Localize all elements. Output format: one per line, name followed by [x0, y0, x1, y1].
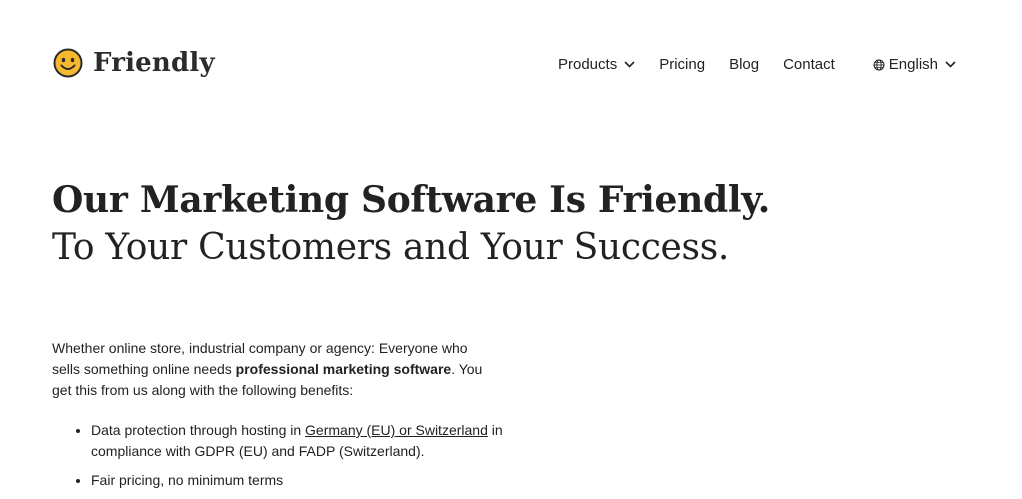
or-link-text[interactable]: or	[395, 422, 415, 438]
language-selector[interactable]: English	[873, 56, 956, 73]
nav-pricing-link[interactable]: Pricing	[659, 56, 705, 73]
language-label: English	[888, 56, 938, 73]
nav-contact-link[interactable]: Contact	[783, 56, 835, 73]
site-header: Friendly Products Pricing Blog Contact E…	[0, 0, 1022, 130]
list-item: Fair pricing, no minimum terms	[91, 470, 531, 491]
nav-products-dropdown[interactable]: Products	[558, 56, 635, 73]
benefit-text: Data protection through hosting in	[91, 422, 306, 438]
chevron-down-icon	[945, 61, 956, 68]
benefit-text: Fair pricing, no minimum terms	[91, 472, 284, 488]
intro-emphasis: professional marketing software	[235, 361, 452, 377]
brand-logo-link[interactable]: Friendly	[53, 48, 215, 78]
switzerland-link[interactable]: Switzerland	[416, 422, 488, 438]
nav-blog-link[interactable]: Blog	[729, 56, 759, 73]
brand-name: Friendly	[93, 48, 215, 78]
intro-text: Whether online store, industrial company…	[52, 338, 492, 401]
hero-section: Our Marketing Software Is Friendly. To Y…	[52, 176, 952, 272]
globe-icon	[873, 59, 885, 70]
list-item: Data protection through hosting in Germa…	[91, 420, 531, 462]
hero-headline: Our Marketing Software Is Friendly.	[52, 179, 771, 221]
germany-link[interactable]: Germany (EU)	[305, 422, 395, 438]
benefits-list: Data protection through hosting in Germa…	[52, 420, 531, 499]
chevron-down-icon	[624, 61, 635, 68]
intro-paragraph: Whether online store, industrial company…	[52, 338, 492, 401]
nav-products-label: Products	[558, 56, 618, 73]
main-nav: Products Pricing Blog Contact English	[558, 56, 956, 73]
hero-subheadline: To Your Customers and Your Success.	[52, 227, 730, 268]
smiley-face-icon	[53, 48, 83, 78]
